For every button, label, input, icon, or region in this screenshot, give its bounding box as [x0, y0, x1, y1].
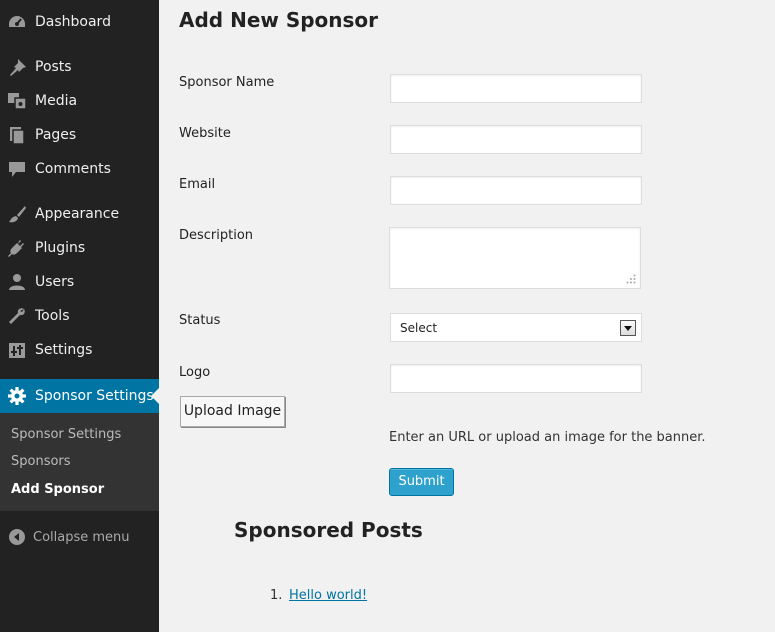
collapse-menu-button[interactable]: Collapse menu — [0, 526, 159, 550]
submenu-item-add-sponsor[interactable]: Add Sponsor — [11, 482, 104, 498]
collapse-menu-label: Collapse menu — [33, 530, 130, 545]
submenu-item-sponsors[interactable]: Sponsors — [11, 454, 71, 470]
admin-sidebar: Dashboard Posts Media Pages Comments App… — [0, 0, 159, 632]
sidebar-item-label: Appearance — [35, 206, 120, 222]
sponsored-posts-title: Sponsored Posts — [234, 518, 423, 542]
sidebar-item-tools[interactable]: Tools — [0, 299, 159, 333]
sidebar-item-pages[interactable]: Pages — [0, 118, 159, 152]
sidebar-item-label: Dashboard — [35, 14, 111, 30]
status-label: Status — [179, 313, 221, 328]
sidebar-item-label: Users — [35, 274, 75, 290]
sidebar-item-users[interactable]: Users — [0, 265, 159, 299]
wrench-icon — [9, 308, 25, 324]
user-icon — [9, 274, 25, 290]
logo-label: Logo — [179, 365, 211, 380]
sidebar-item-media[interactable]: Media — [0, 84, 159, 118]
sponsored-posts-list: 1. Hello world! — [270, 588, 367, 603]
sidebar-item-label: Tools — [35, 308, 70, 324]
sidebar-item-label: Sponsor Settings — [35, 388, 154, 404]
pages-icon — [10, 127, 25, 144]
sponsor-name-input[interactable] — [390, 74, 642, 103]
website-input[interactable] — [390, 125, 642, 154]
plug-icon — [8, 240, 24, 257]
sidebar-item-posts[interactable]: Posts — [0, 50, 159, 84]
list-item: 1. Hello world! — [270, 588, 367, 603]
sidebar-item-sponsor-settings[interactable]: Sponsor Settings — [0, 379, 159, 413]
website-label: Website — [179, 126, 231, 141]
submit-button[interactable]: Submit — [389, 468, 454, 496]
sponsor-submenu: Sponsor Settings Sponsors Add Sponsor — [0, 413, 159, 511]
brush-icon — [9, 206, 26, 223]
status-select-value: Select — [400, 321, 438, 335]
status-select[interactable]: Select — [390, 313, 642, 342]
sidebar-item-label: Plugins — [35, 240, 86, 256]
submenu-item-sponsor-settings[interactable]: Sponsor Settings — [11, 427, 121, 443]
sidebar-item-label: Settings — [35, 342, 93, 358]
chevron-down-icon[interactable] — [620, 320, 636, 336]
sidebar-item-settings[interactable]: Settings — [0, 333, 159, 367]
sidebar-item-appearance[interactable]: Appearance — [0, 197, 159, 231]
sidebar-item-plugins[interactable]: Plugins — [0, 231, 159, 265]
sidebar-item-label: Media — [35, 93, 78, 109]
list-number: 1. — [270, 588, 283, 603]
logo-help-text: Enter an URL or upload an image for the … — [389, 430, 706, 445]
sidebar-item-dashboard[interactable]: Dashboard — [0, 5, 159, 39]
email-label: Email — [179, 177, 216, 192]
description-label: Description — [179, 228, 254, 243]
sidebar-item-label: Posts — [35, 59, 72, 75]
media-icon — [8, 93, 27, 110]
comment-icon — [9, 162, 25, 177]
upload-image-button[interactable]: Upload Image — [180, 396, 285, 427]
settings-sliders-icon — [9, 343, 25, 358]
sidebar-item-label: Pages — [35, 127, 77, 143]
sidebar-item-label: Comments — [35, 161, 111, 177]
collapse-arrow-icon — [9, 529, 25, 545]
email-input[interactable] — [390, 176, 642, 205]
dashboard-icon — [9, 16, 25, 27]
sidebar-item-comments[interactable]: Comments — [0, 152, 159, 186]
logo-url-input[interactable] — [390, 364, 642, 393]
pin-icon — [10, 59, 26, 76]
resize-grip-icon[interactable] — [626, 274, 636, 284]
page-title: Add New Sponsor — [179, 8, 379, 32]
sponsor-name-label: Sponsor Name — [179, 75, 275, 90]
description-textarea[interactable] — [389, 227, 641, 289]
post-link-hello-world[interactable]: Hello world! — [289, 588, 367, 603]
gear-icon — [8, 387, 26, 405]
